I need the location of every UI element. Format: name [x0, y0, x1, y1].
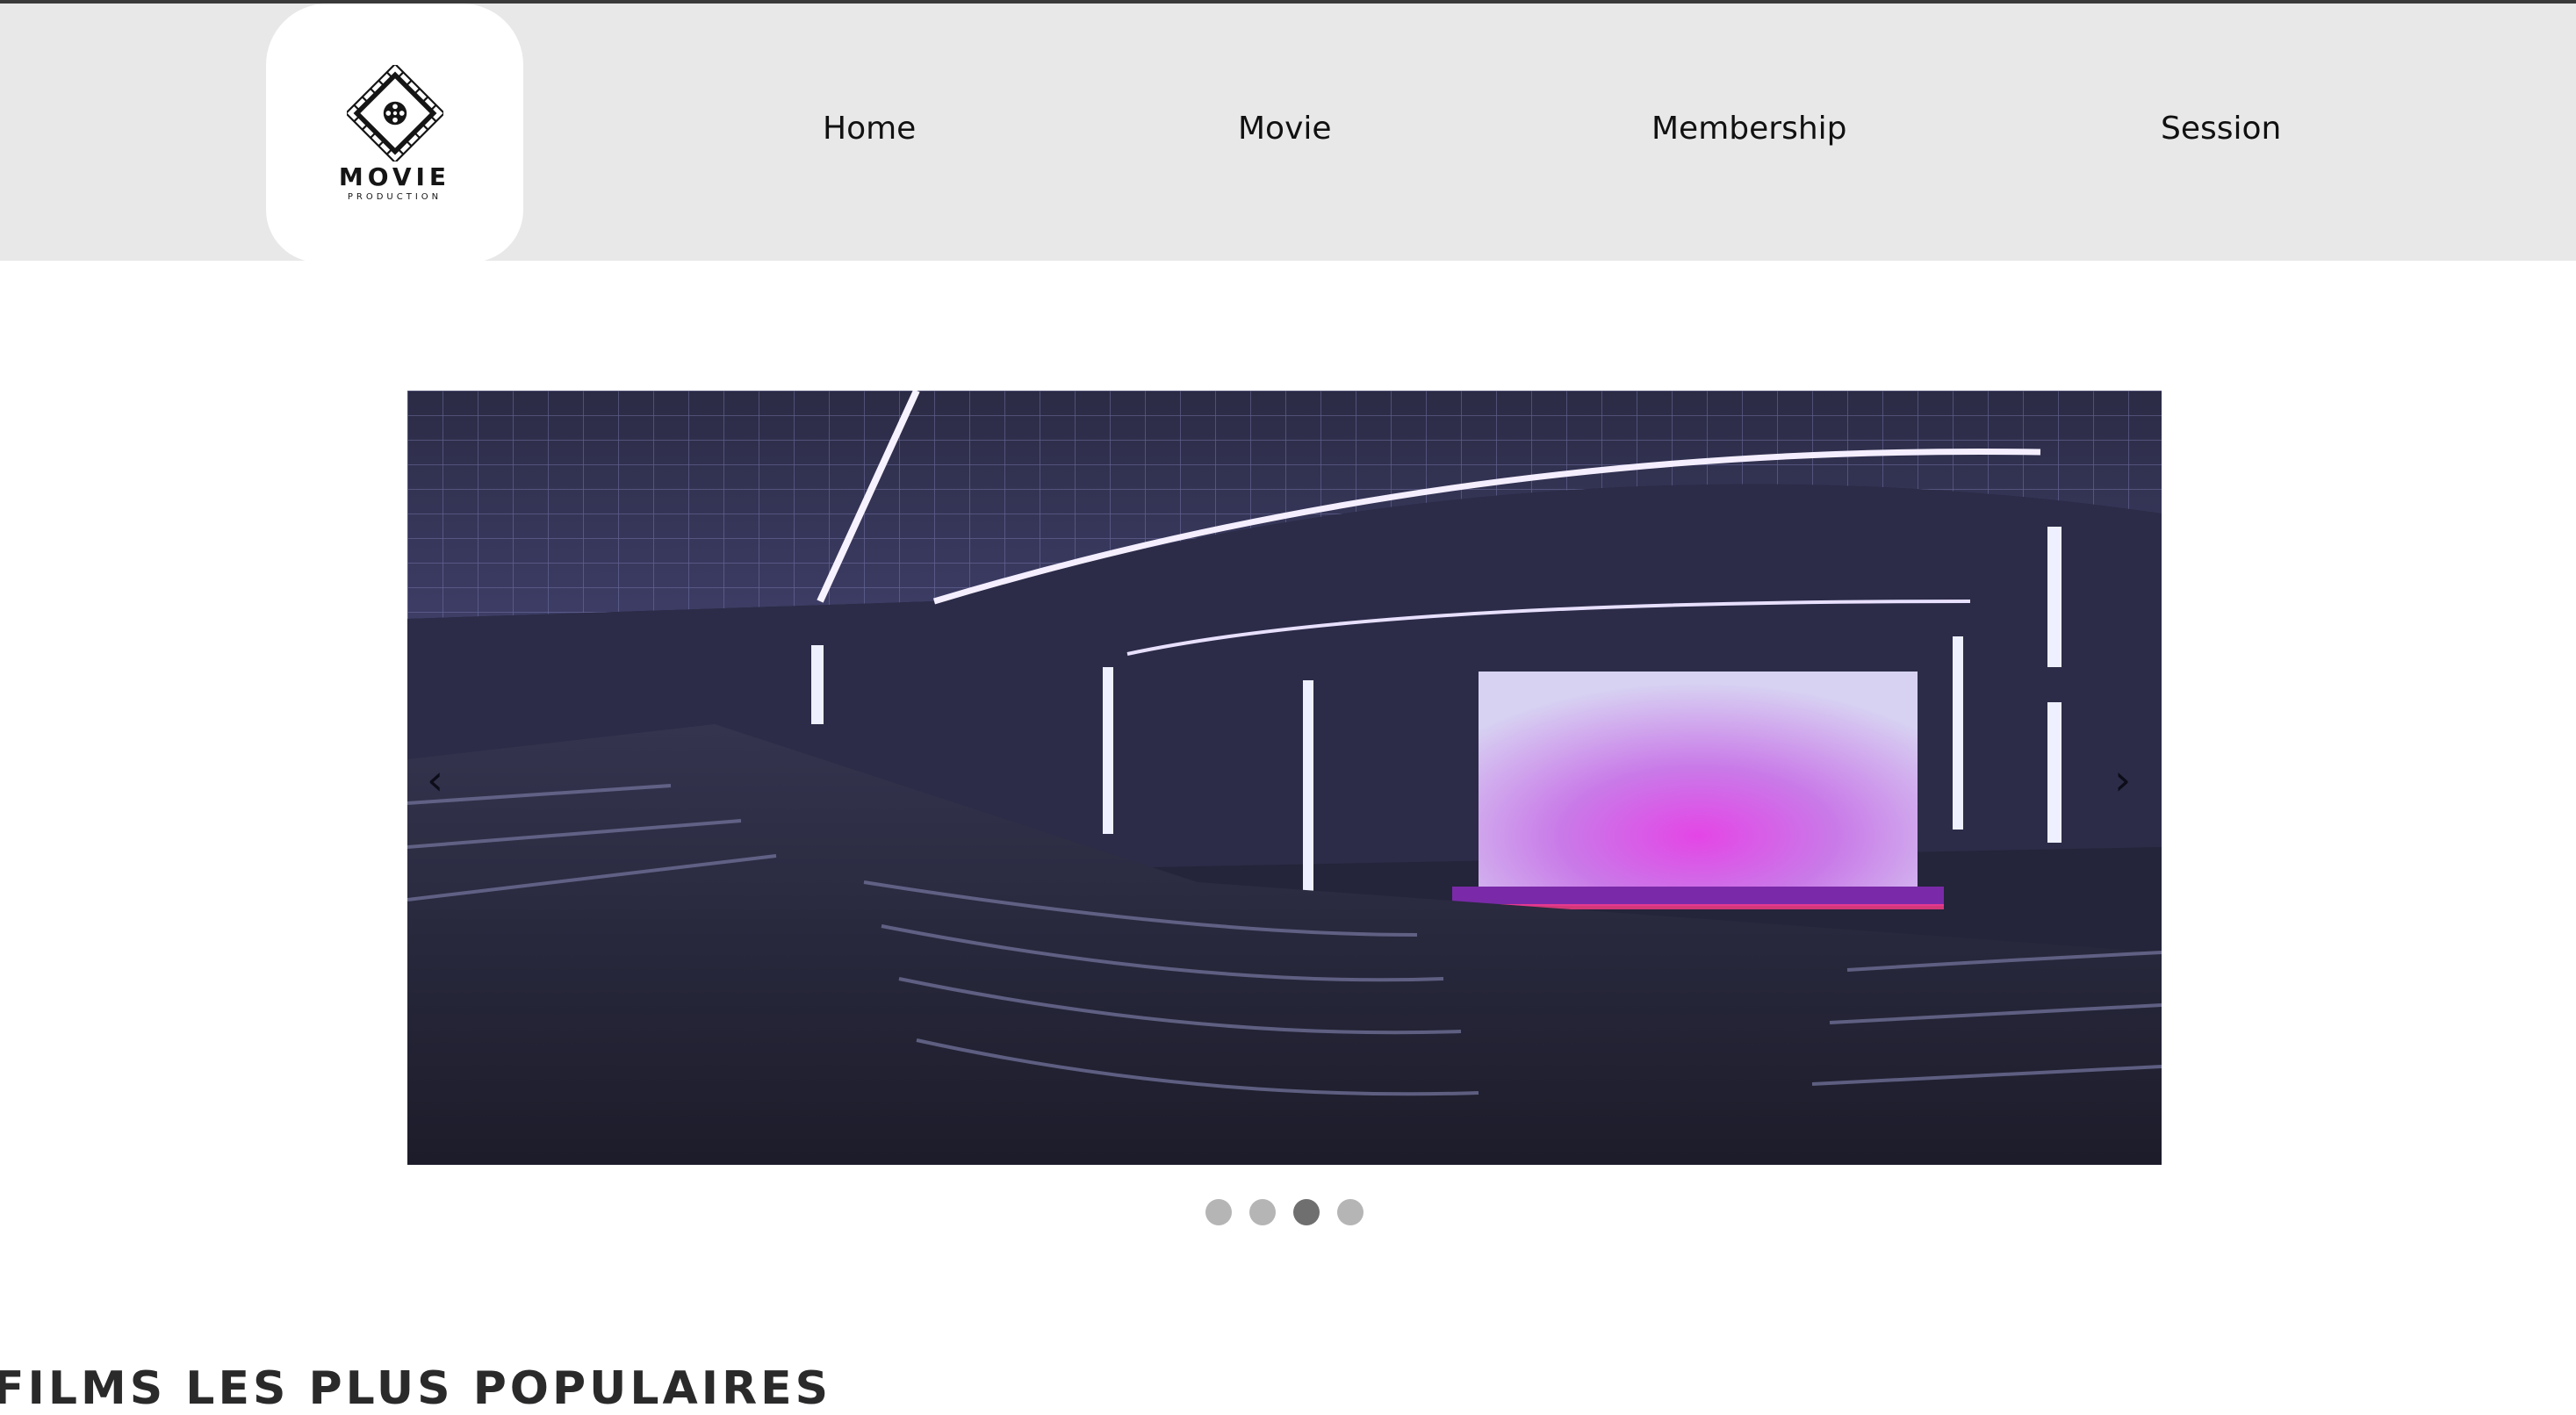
logo[interactable]: MOVIE PRODUCTION — [266, 4, 523, 262]
hero-carousel[interactable]: ‹ › — [407, 391, 2162, 1165]
logo-title: MOVIE — [338, 162, 451, 191]
nav-membership[interactable]: Membership — [1651, 113, 1847, 145]
logo-subtitle: PRODUCTION — [347, 191, 443, 202]
cinema-auditorium-image — [407, 391, 2162, 1165]
section-title: FILMS LES PLUS POPULAIRES — [0, 1362, 832, 1415]
carousel-prev-button[interactable]: ‹ — [427, 759, 443, 801]
carousel-dot-1[interactable] — [1205, 1199, 1232, 1225]
carousel-dot-3[interactable] — [1293, 1199, 1320, 1225]
carousel-next-button[interactable]: › — [2114, 759, 2131, 801]
film-reel-icon — [346, 64, 443, 162]
carousel-dot-2[interactable] — [1249, 1199, 1276, 1225]
carousel-indicators — [1205, 1199, 1381, 1225]
carousel-dot-4[interactable] — [1337, 1199, 1364, 1225]
nav-session[interactable]: Session — [2161, 113, 2281, 145]
site-header: MOVIE PRODUCTION Home Movie Membership S… — [0, 4, 2576, 262]
nav-movie[interactable]: Movie — [1238, 113, 1332, 145]
nav-home[interactable]: Home — [823, 113, 916, 145]
